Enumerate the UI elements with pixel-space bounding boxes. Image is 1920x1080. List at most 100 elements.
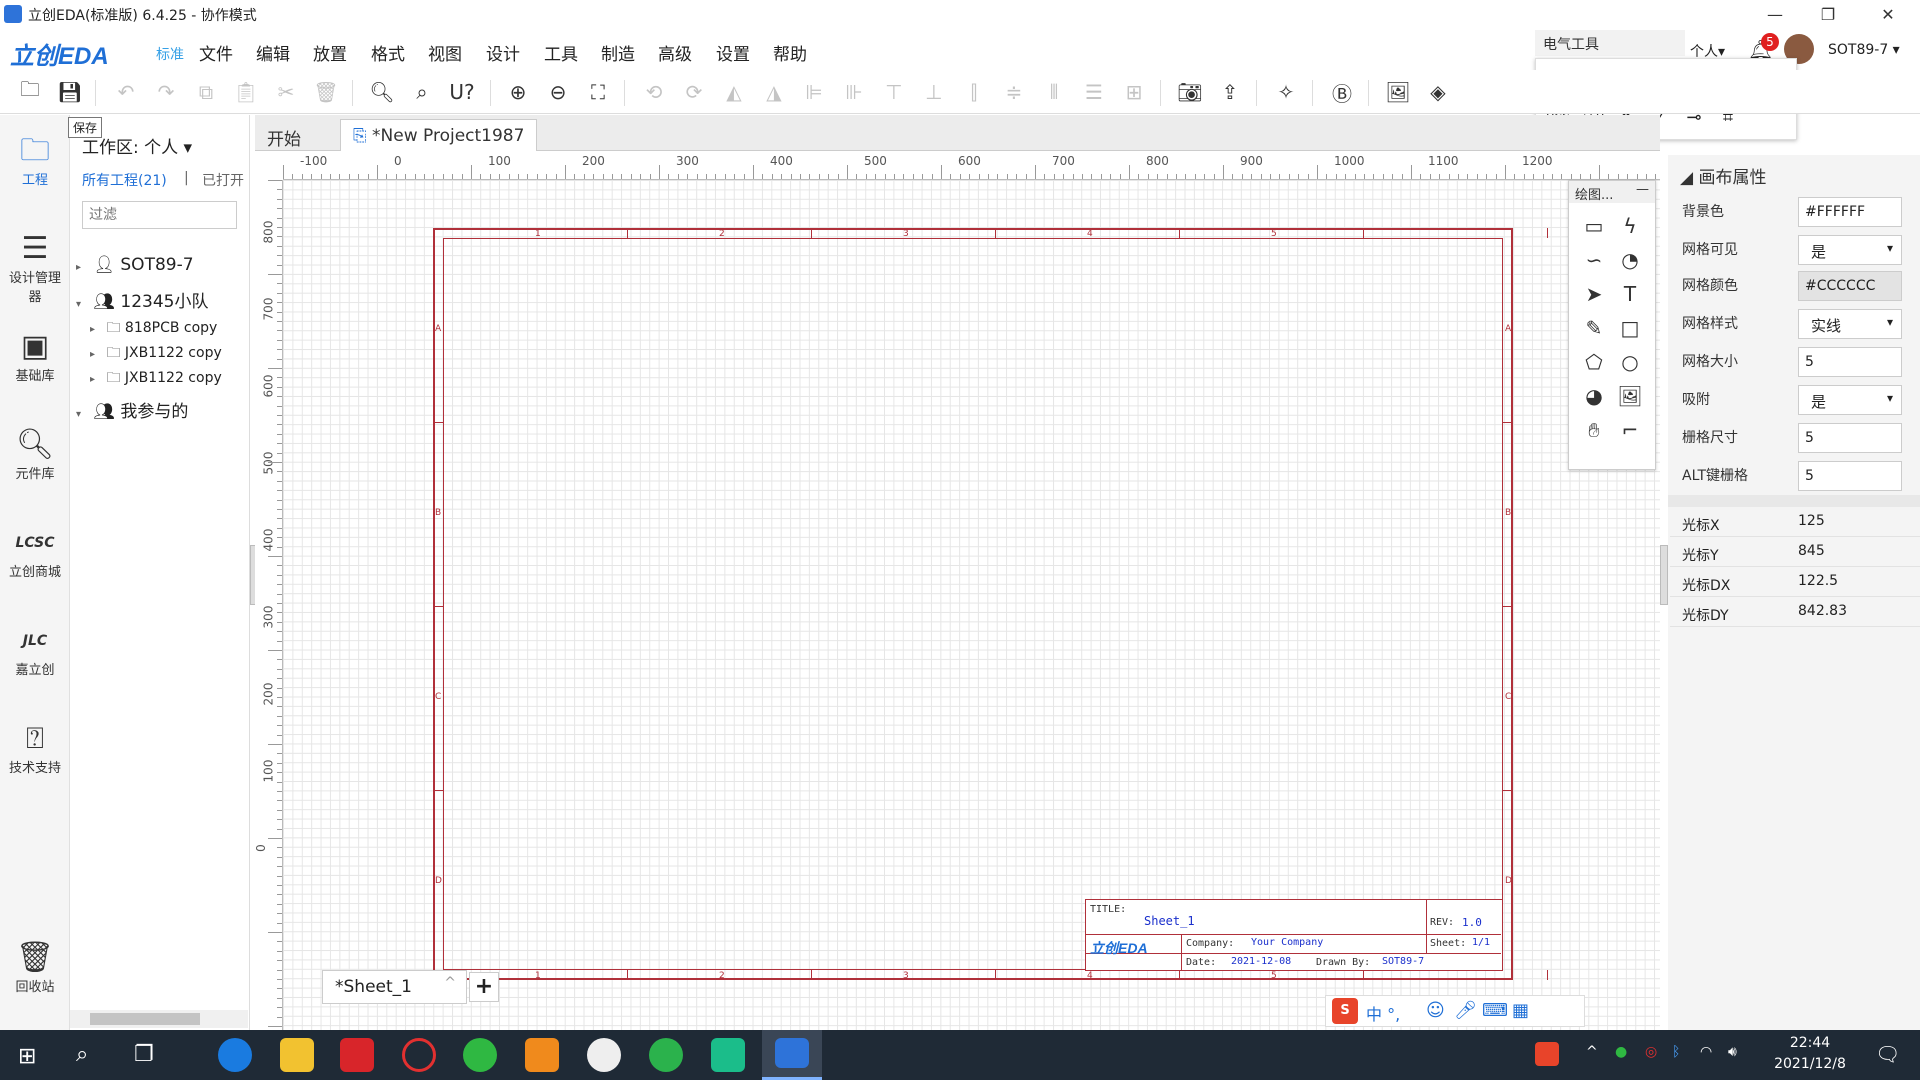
redo-icon[interactable]: ↷	[152, 78, 180, 106]
freehand-icon[interactable]: ✎	[1579, 313, 1609, 343]
image-insert-icon[interactable]: 🖼︎	[1615, 381, 1645, 411]
align-left-icon[interactable]: ⊫	[800, 78, 828, 106]
arc-icon[interactable]: ◔	[1615, 245, 1645, 275]
nav-project[interactable]: 🗀︎ 工程	[0, 133, 70, 188]
electrical-tools-title[interactable]: 电气工具	[1535, 30, 1685, 56]
background-color-input[interactable]: #FFFFFF	[1798, 197, 1902, 227]
tab-start[interactable]: 开始	[255, 119, 313, 151]
keyboard-icon[interactable]: ⌨	[1482, 1000, 1508, 1021]
paste-icon[interactable]: 📋︎	[232, 78, 260, 106]
menu-fabrication[interactable]: 制造	[601, 40, 635, 65]
grid-size-input[interactable]: 5	[1798, 347, 1902, 377]
grid-visible-select[interactable]: 是	[1798, 235, 1902, 265]
tree-item-participated[interactable]: ▾ 👥︎ 我参与的	[76, 397, 188, 422]
tree-item-jxb1122-b[interactable]: ▸ 🗀︎ JXB1122 copy	[90, 367, 222, 391]
sheet-tab-collapse-icon[interactable]: ^	[444, 975, 456, 991]
grid-align-icon[interactable]: ⊞	[1120, 78, 1148, 106]
search-icon[interactable]: 🔍︎	[368, 78, 396, 106]
tab-new-project[interactable]: ⎘ *New Project1987	[340, 119, 538, 151]
tab-all-projects[interactable]: 所有工程(21)	[82, 170, 167, 190]
flip-h-icon[interactable]: ◭	[720, 78, 748, 106]
undo-icon[interactable]: ↶	[112, 78, 140, 106]
task-view-icon[interactable]: ❐	[134, 1042, 154, 1067]
clock-time[interactable]: 22:44	[1770, 1035, 1850, 1051]
tree-item-jxb1122-a[interactable]: ▸ 🗀︎ JXB1122 copy	[90, 342, 222, 366]
notification-center-icon[interactable]: 🗨︎	[1875, 1042, 1900, 1066]
menu-place[interactable]: 放置	[313, 40, 347, 65]
open-folder-icon[interactable]: 🗀︎	[16, 77, 44, 106]
dimension-icon[interactable]: ⌐	[1615, 415, 1645, 445]
ime-mode[interactable]: 中 °,	[1366, 1001, 1400, 1025]
bezier-icon[interactable]: ∽	[1579, 245, 1609, 275]
nav-basic-lib[interactable]: ▣ 基础库	[0, 329, 70, 384]
youdao-icon[interactable]	[340, 1038, 374, 1072]
find-replace-icon[interactable]: ⌕	[408, 78, 436, 106]
arrow-icon[interactable]: ➤	[1579, 279, 1609, 309]
annotate-icon[interactable]: U?	[448, 78, 476, 106]
menu-advanced[interactable]: 高级	[658, 40, 692, 65]
snap-select[interactable]: 是	[1798, 385, 1902, 415]
restore-button[interactable]: ❐	[1805, 0, 1851, 28]
align-hcenter-icon[interactable]: ≑	[1000, 78, 1028, 106]
flip-v-icon[interactable]: ◮	[760, 78, 788, 106]
align-vcenter-icon[interactable]: ⫿	[960, 78, 988, 106]
close-button[interactable]: ✕	[1865, 0, 1911, 28]
layers-icon[interactable]: ◈	[1424, 78, 1452, 106]
nav-jlc[interactable]: JLC 嘉立创	[0, 623, 70, 678]
tab-opened[interactable]: 已打开	[202, 170, 244, 190]
tree-item-team[interactable]: ▾ 👥︎ 12345小队	[76, 287, 208, 312]
user-menu[interactable]: SOT89-7 ▾	[1828, 42, 1900, 58]
menu-help[interactable]: 帮助	[773, 40, 807, 65]
nav-support[interactable]: ⍰ 技术支持	[0, 721, 70, 776]
windows-start-icon[interactable]: ⊞	[18, 1044, 36, 1069]
align-top-icon[interactable]: ⊤	[880, 78, 908, 106]
tree-item-sot89-7[interactable]: ▸ 👤︎ SOT89-7	[76, 255, 194, 275]
sogou-icon[interactable]: S	[1332, 998, 1358, 1024]
bom-icon[interactable]: Ⓑ	[1328, 78, 1356, 106]
convert-pcb-icon[interactable]: ⇪	[1216, 78, 1244, 106]
wifi-icon[interactable]: ◠	[1700, 1044, 1712, 1060]
horizontal-scrollbar[interactable]	[70, 1010, 248, 1028]
delete-icon[interactable]: 🗑︎	[312, 78, 340, 106]
add-sheet-button[interactable]: +	[469, 972, 499, 1002]
app-icon-green[interactable]	[649, 1038, 683, 1072]
camera-export-icon[interactable]: 📷︎	[1176, 78, 1204, 106]
menu-settings[interactable]: 设置	[716, 40, 750, 65]
save-icon[interactable]: 💾︎	[56, 78, 84, 106]
copy-icon[interactable]: ⧉	[192, 78, 220, 106]
browser-app-icon[interactable]	[402, 1038, 436, 1072]
lightning-icon[interactable]: ϟ	[1615, 211, 1645, 241]
tray-app-icon[interactable]: ◎	[1645, 1044, 1657, 1060]
alt-snap-input[interactable]: 5	[1798, 461, 1902, 491]
app-icon-white[interactable]	[587, 1038, 621, 1072]
volume-icon[interactable]: 🔊︎	[1728, 1044, 1737, 1060]
grid-style-select[interactable]: 实线	[1798, 309, 1902, 339]
skin-icon[interactable]: ▦	[1512, 1000, 1529, 1021]
edge-app-icon[interactable]	[218, 1038, 252, 1072]
align-right-icon[interactable]: ⊪	[840, 78, 868, 106]
fit-view-icon[interactable]: ⛶	[584, 78, 612, 106]
xmind-icon[interactable]	[711, 1038, 745, 1072]
zoom-in-icon[interactable]: ⊕	[504, 78, 532, 106]
rotate-right-icon[interactable]: ⟳	[680, 78, 708, 106]
pan-hand-icon[interactable]: ✋︎	[1579, 415, 1609, 445]
menu-format[interactable]: 格式	[371, 40, 405, 65]
image-icon[interactable]: 🖼︎	[1384, 78, 1412, 106]
bluetooth-icon[interactable]: ᛒ	[1672, 1044, 1680, 1060]
tray-wechat-icon[interactable]: ●	[1615, 1044, 1627, 1060]
right-panel-collapse-handle[interactable]	[1660, 545, 1668, 605]
drc-icon[interactable]: ✧	[1272, 78, 1300, 106]
align-bottom-icon[interactable]: ⊥	[920, 78, 948, 106]
clock-date[interactable]: 2021/12/8	[1765, 1056, 1855, 1072]
distribute-v-icon[interactable]: ☰	[1080, 78, 1108, 106]
nav-lcsc[interactable]: LCSC 立创商城	[0, 525, 70, 580]
wechat-icon[interactable]	[463, 1038, 497, 1072]
tray-sogou-icon[interactable]	[1535, 1042, 1559, 1066]
minimize-panel-icon[interactable]: —	[1636, 182, 1649, 197]
rectangle-icon[interactable]: □	[1615, 313, 1645, 343]
taskbar-search-icon[interactable]: ⌕	[76, 1042, 88, 1067]
circle-icon[interactable]: ○	[1615, 347, 1645, 377]
easyeda-taskbar-item[interactable]	[762, 1030, 822, 1080]
menu-edit[interactable]: 编辑	[256, 40, 290, 65]
menu-tools[interactable]: 工具	[544, 40, 578, 65]
